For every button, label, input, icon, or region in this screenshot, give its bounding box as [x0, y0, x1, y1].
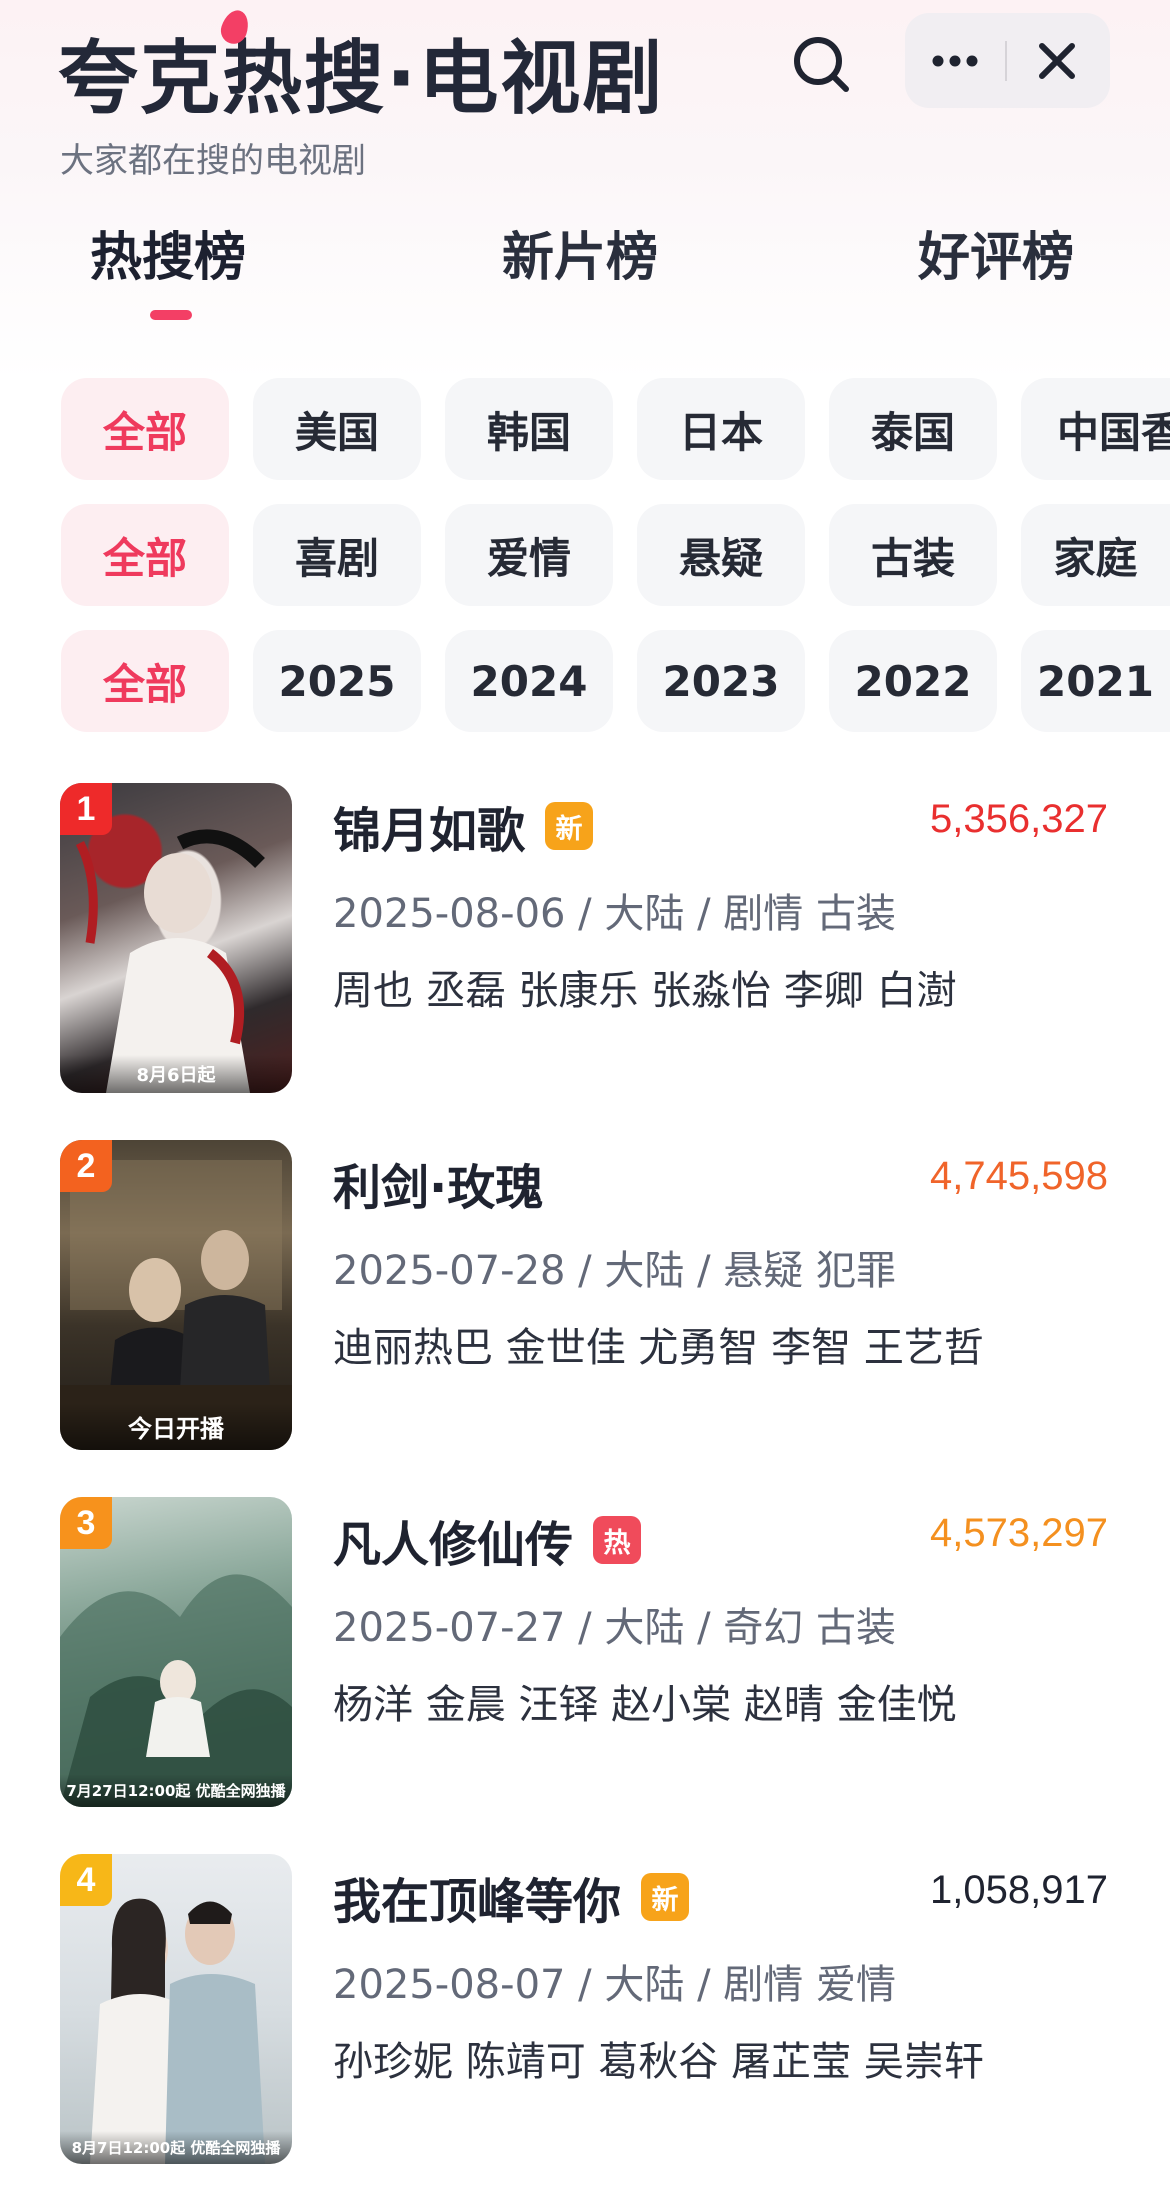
drama-title[interactable]: 凡人修仙传 热	[333, 1505, 642, 1575]
rank-badge: 2	[60, 1140, 112, 1192]
poster-caption: 今日开播	[60, 1403, 292, 1450]
poster-caption: 8月6日起	[60, 1055, 292, 1093]
list-item[interactable]: 1 8月6日起 锦月如歌 新 5,356,327 2025-08-06 / 大陆…	[0, 783, 1170, 1103]
region-chip[interactable]: 韩国	[445, 378, 613, 480]
hot-badge: 热	[593, 1516, 642, 1564]
year-chip[interactable]: 2024	[445, 630, 613, 732]
genre-chip[interactable]: 喜剧	[253, 504, 421, 606]
drama-meta: 2025-08-07 / 大陆 / 剧情 爱情	[333, 1962, 896, 2008]
year-chip[interactable]: 2021	[1021, 630, 1170, 732]
ranking-tabs: 热搜榜 新片榜 好评榜	[0, 215, 1170, 325]
poster-image[interactable]: 4 8月7日12:00起 优酷全网独播	[60, 1854, 292, 2164]
drama-title-text: 锦月如歌	[333, 803, 526, 859]
drama-title-text: 凡人修仙传	[333, 1517, 574, 1573]
list-item[interactable]: 4 8月7日12:00起 优酷全网独播 我在顶峰等你 新 1,058,917 2…	[0, 1854, 1170, 2174]
app-subtitle: 大家都在搜的电视剧	[60, 141, 366, 181]
region-chip[interactable]: 美国	[253, 378, 421, 480]
close-button[interactable]	[1007, 13, 1107, 108]
genre-chip[interactable]: 悬疑	[637, 504, 805, 606]
mini-program-capsule	[905, 13, 1110, 108]
drama-cast: 迪丽热巴 金世佳 尤勇智 李智 王艺哲	[333, 1325, 984, 1371]
drama-cast: 孙珍妮 陈靖可 葛秋谷 屠芷莹 吴崇轩	[333, 2039, 984, 2085]
genre-chip-all[interactable]: 全部	[61, 504, 229, 606]
genre-chip[interactable]: 古装	[829, 504, 997, 606]
new-badge: 新	[545, 802, 594, 850]
drama-title[interactable]: 锦月如歌 新	[333, 791, 594, 861]
search-button[interactable]	[782, 25, 860, 103]
tab-new-releases[interactable]: 新片榜	[502, 215, 658, 290]
region-filter-row: 全部 美国 韩国 日本 泰国 中国香	[0, 378, 1170, 480]
genre-chip[interactable]: 爱情	[445, 504, 613, 606]
app-title: 夸克热搜·电视剧	[58, 32, 665, 125]
poster-caption: 8月7日12:00起 优酷全网独播	[60, 2131, 292, 2164]
header: 夸克热搜·电视剧 大家都在搜的电视剧	[0, 0, 1170, 190]
drama-meta: 2025-08-06 / 大陆 / 剧情 古装	[333, 891, 896, 937]
genre-filter-row: 全部 喜剧 爱情 悬疑 古装 家庭	[0, 504, 1170, 606]
close-icon	[1038, 42, 1076, 80]
heat-value: 4,745,598	[930, 1154, 1108, 1198]
list-item[interactable]: 2 今日开播 利剑·玫瑰 4,745,598 2025-07-28 / 大陆 /…	[0, 1140, 1170, 1460]
list-item[interactable]: 3 7月27日12:00起 优酷全网独播 凡人修仙传 热 4,573,297 2…	[0, 1497, 1170, 1817]
poster-caption: 7月27日12:00起 优酷全网独播	[60, 1774, 292, 1807]
drama-title-text: 利剑·玫瑰	[333, 1160, 544, 1216]
rank-badge: 4	[60, 1854, 112, 1906]
drama-meta: 2025-07-27 / 大陆 / 奇幻 古装	[333, 1605, 896, 1651]
rank-badge: 3	[60, 1497, 112, 1549]
heat-value: 4,573,297	[930, 1511, 1108, 1555]
region-chip[interactable]: 日本	[637, 378, 805, 480]
drama-title[interactable]: 我在顶峰等你 新	[333, 1862, 690, 1932]
tab-hot-search[interactable]: 热搜榜	[90, 215, 246, 290]
rank-badge: 1	[60, 783, 112, 835]
year-filter-row: 全部 2025 2024 2023 2022 2021	[0, 630, 1170, 732]
search-icon	[791, 34, 851, 94]
tab-top-rated[interactable]: 好评榜	[918, 215, 1074, 290]
region-chip[interactable]: 泰国	[829, 378, 997, 480]
drama-meta: 2025-07-28 / 大陆 / 悬疑 犯罪	[333, 1248, 896, 1294]
region-chip[interactable]: 中国香	[1021, 378, 1170, 480]
more-horizontal-icon	[931, 54, 979, 68]
drama-cast: 杨洋 金晨 汪铎 赵小棠 赵晴 金佳悦	[333, 1682, 957, 1728]
heat-value: 5,356,327	[930, 797, 1108, 841]
poster-image[interactable]: 1 8月6日起	[60, 783, 292, 1093]
new-badge: 新	[641, 1873, 690, 1921]
poster-image[interactable]: 3 7月27日12:00起 优酷全网独播	[60, 1497, 292, 1807]
genre-chip[interactable]: 家庭	[1021, 504, 1170, 606]
year-chip[interactable]: 2025	[253, 630, 421, 732]
drama-title[interactable]: 利剑·玫瑰	[333, 1148, 543, 1218]
year-chip[interactable]: 2023	[637, 630, 805, 732]
drama-title-text: 我在顶峰等你	[333, 1874, 622, 1930]
drama-cast: 周也 丞磊 张康乐 张淼怡 李卿 白澍	[333, 968, 957, 1014]
heat-value: 1,058,917	[930, 1868, 1108, 1912]
poster-image[interactable]: 2 今日开播	[60, 1140, 292, 1450]
year-chip[interactable]: 2022	[829, 630, 997, 732]
year-chip-all[interactable]: 全部	[61, 630, 229, 732]
more-button[interactable]	[905, 13, 1005, 108]
region-chip-all[interactable]: 全部	[61, 378, 229, 480]
active-tab-indicator	[150, 310, 192, 320]
